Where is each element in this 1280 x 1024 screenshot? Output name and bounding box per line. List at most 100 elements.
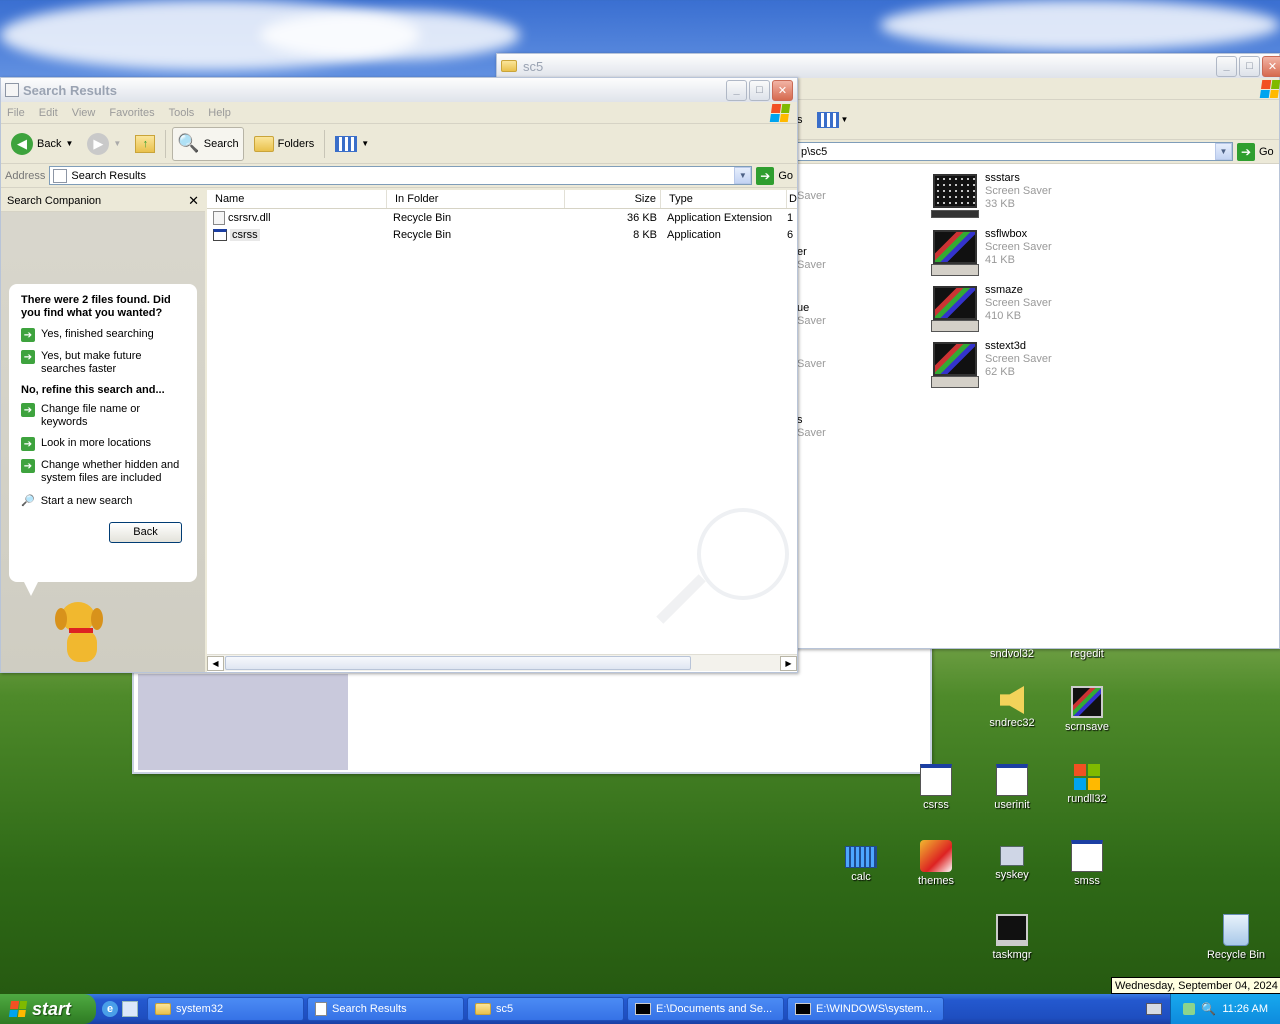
minimize-button[interactable]: _ (1216, 55, 1237, 77)
file-item-ssmaze[interactable]: ssmaze Screen Saver 410 KB (931, 284, 1052, 332)
desktop-icon-taskmgr[interactable]: taskmgr (976, 914, 1048, 961)
fragment-line: Saver (797, 315, 826, 327)
taskbar-item-sc5[interactable]: sc5 (467, 997, 624, 1021)
item-size: 33 KB (985, 198, 1015, 210)
desktop-icon-sndrec32[interactable]: sndrec32 (976, 686, 1048, 729)
change-name-link[interactable]: ➔ Change file name or keywords (21, 403, 185, 429)
views-button[interactable]: ▼ (331, 127, 373, 161)
horizontal-scrollbar[interactable]: ◀ ▶ (207, 654, 797, 671)
desktop-icon-smss[interactable]: smss (1051, 840, 1123, 887)
column-date[interactable]: D (787, 190, 797, 208)
taskbar-item-label: Search Results (332, 1003, 407, 1015)
desktop-icon-regedit[interactable]: regedit (1051, 648, 1123, 660)
yes-finished-link[interactable]: ➔ Yes, finished searching (21, 328, 185, 342)
network-icon[interactable] (1183, 1003, 1196, 1015)
folders-button[interactable]: Folders (250, 127, 319, 161)
menu-edit[interactable]: Edit (39, 107, 58, 119)
results-list[interactable]: Name In Folder Size Type D csrsrv.dll Re… (207, 190, 797, 672)
search-results-titlebar[interactable]: Search Results _ □ ✕ (1, 78, 797, 102)
taskbar-item-search-results[interactable]: Search Results (307, 997, 464, 1021)
sc5-titlebar[interactable]: sc5 _ □ ✕ (497, 54, 1280, 78)
menu-tools[interactable]: Tools (169, 107, 195, 119)
task-manager-icon (996, 914, 1028, 946)
keyboard-icon[interactable] (1146, 1003, 1162, 1015)
views-button[interactable]: ▼ (816, 111, 848, 128)
link-label: Change file name or keywords (41, 403, 141, 428)
menu-help[interactable]: Help (208, 107, 231, 119)
desktop-icon-sndvol32[interactable]: sndvol32 (976, 648, 1048, 660)
change-hidden-link[interactable]: ➔ Change whether hidden and system files… (21, 459, 185, 485)
search-results-window[interactable]: Search Results _ □ ✕ File Edit View Favo… (0, 77, 798, 673)
chevron-down-icon[interactable]: ▼ (734, 167, 752, 184)
yes-faster-link[interactable]: ➔ Yes, but make future searches faster (21, 350, 185, 376)
scroll-right-icon[interactable]: ▶ (780, 655, 797, 671)
desktop-icon-rundll32[interactable]: rundll32 (1051, 764, 1123, 805)
menu-favorites[interactable]: Favorites (109, 107, 154, 119)
maximize-button[interactable]: □ (749, 79, 770, 101)
taskbar-item-cmd-documents[interactable]: E:\Documents and Se... (627, 997, 784, 1021)
scrollbar-thumb[interactable] (225, 656, 691, 670)
menu-view[interactable]: View (72, 107, 96, 119)
search-results-small-icon (53, 168, 68, 183)
desktop-icon-userinit[interactable]: userinit (976, 764, 1048, 811)
magnifier-watermark-handle (656, 574, 706, 624)
row-date: 6 (787, 228, 794, 241)
scroll-left-icon[interactable]: ◀ (207, 655, 224, 671)
look-more-link[interactable]: ➔ Look in more locations (21, 437, 185, 451)
chevron-down-icon[interactable]: ▼ (1215, 143, 1232, 160)
calculator-icon (845, 846, 877, 868)
balloon-tail (23, 580, 39, 596)
clock[interactable]: 11:26 AM (1222, 1003, 1268, 1015)
companion-back-button[interactable]: Back (109, 522, 182, 543)
close-icon[interactable]: ✕ (188, 193, 199, 209)
search-tray-icon[interactable]: 🔍 (1201, 1002, 1216, 1016)
column-size[interactable]: Size (565, 190, 661, 208)
back-button[interactable]: ◀ Back ▼ (7, 127, 77, 161)
maximize-button[interactable]: □ (1239, 55, 1260, 77)
desktop-icon-syskey[interactable]: syskey (976, 840, 1048, 881)
desktop-icon-csrss[interactable]: csrss (900, 764, 972, 811)
chevron-down-icon[interactable]: ▼ (113, 139, 121, 148)
start-button[interactable]: start (0, 994, 96, 1024)
sc5-go-label[interactable]: Go (1259, 146, 1274, 158)
go-arrow-icon[interactable]: ➔ (756, 166, 775, 185)
go-arrow-icon[interactable]: ➔ (1237, 142, 1255, 161)
desktop-icon-themes[interactable]: themes (900, 840, 972, 887)
start-new-search-link[interactable]: 🔎 Start a new search (21, 495, 185, 508)
folders-label: Folders (277, 137, 315, 150)
column-type[interactable]: Type (661, 190, 787, 208)
file-item-sstext3d[interactable]: sstext3d Screen Saver 62 KB (931, 340, 1052, 388)
up-folder-button[interactable]: ↑ (131, 127, 159, 161)
desktop-icon-calc[interactable]: calc (825, 840, 897, 883)
table-row[interactable]: csrsrv.dll Recycle Bin 36 KB Application… (207, 209, 797, 226)
search-window-icon (315, 1002, 327, 1016)
close-button[interactable]: ✕ (772, 79, 793, 101)
chevron-down-icon[interactable]: ▼ (65, 139, 73, 148)
taskbar-item-system32[interactable]: system32 (147, 997, 304, 1021)
file-item-ssflwbox[interactable]: ssflwbox Screen Saver 41 KB (931, 228, 1052, 276)
go-label[interactable]: Go (778, 170, 793, 182)
green-arrow-icon: ➔ (21, 437, 35, 451)
desktop-icon-scrnsave[interactable]: scrnsave (1051, 686, 1123, 733)
search-button[interactable]: 🔍 Search (172, 126, 244, 161)
forward-arrow-icon: ▶ (87, 132, 110, 155)
show-desktop-icon[interactable] (122, 1001, 138, 1017)
forward-button[interactable]: ▶ ▼ (83, 127, 125, 161)
column-in-folder[interactable]: In Folder (387, 190, 565, 208)
column-name[interactable]: Name (207, 190, 387, 208)
close-button[interactable]: ✕ (1262, 55, 1280, 77)
row-folder: Recycle Bin (393, 211, 452, 224)
file-item-ssstars[interactable]: ssstars Screen Saver 33 KB (931, 172, 1052, 220)
link-label: Yes, but make future searches faster (41, 350, 142, 375)
taskbar-item-cmd-windows[interactable]: E:\WINDOWS\system... (787, 997, 944, 1021)
sc5-address-field[interactable]: p\sc5 ▼ (797, 142, 1233, 161)
menu-file[interactable]: File (7, 107, 25, 119)
link-label: Look in more locations (41, 437, 152, 449)
search-results-title: Search Results (23, 82, 117, 98)
table-row[interactable]: csrss Recycle Bin 8 KB Application 6 (207, 226, 797, 243)
address-field[interactable]: Search Results ▼ (49, 166, 753, 185)
desktop-icon-recycle-bin[interactable]: Recycle Bin (1200, 914, 1272, 961)
internet-explorer-icon[interactable]: e (102, 1001, 118, 1017)
back-button-label: Back (133, 526, 158, 538)
minimize-button[interactable]: _ (726, 79, 747, 101)
